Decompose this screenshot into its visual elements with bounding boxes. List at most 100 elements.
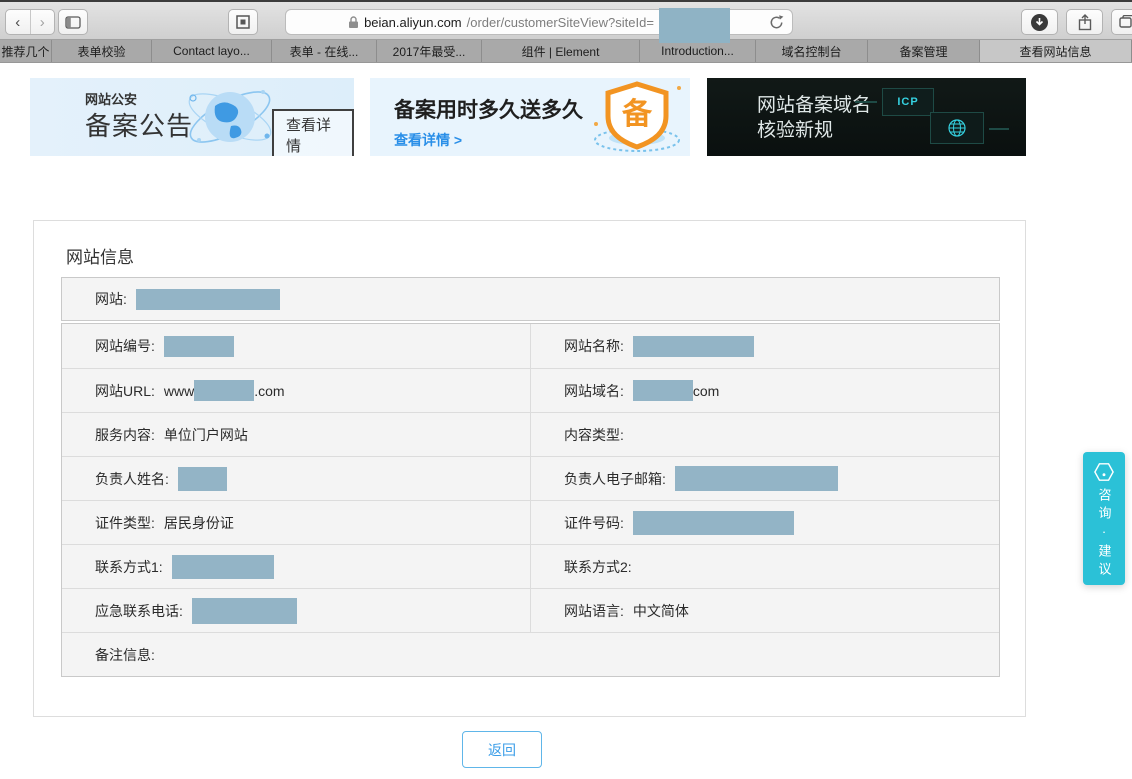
browser-window: ‹ › beian.aliyun.com/order/customerSiteV… [0, 0, 1132, 779]
tab-bar: 推荐几个 表单校验 Contact layo... 表单 - 在线... 201… [0, 40, 1132, 63]
banner-promo-link[interactable]: 查看详情 > [394, 130, 462, 150]
show-all-tabs-button[interactable] [1111, 9, 1132, 35]
cell-site-number: 网站编号: [62, 324, 530, 368]
share-button[interactable] [1066, 9, 1103, 35]
redacted-value [632, 510, 794, 535]
redacted-value [163, 335, 234, 357]
banner-icp-line2: 核验新规 [757, 120, 834, 141]
consult-feedback-widget[interactable]: 咨询·建议 [1083, 452, 1125, 585]
tab-form-check[interactable]: 表单校验 [52, 40, 152, 62]
banner-police-notice[interactable]: 网站公安 备案公告 查看详情 [30, 78, 354, 156]
cell-contact1: 联系方式1: [62, 545, 530, 588]
downloads-button[interactable] [1021, 9, 1058, 35]
tab-2017[interactable]: 2017年最受... [377, 40, 482, 62]
field-label: 负责人电子邮箱: [564, 470, 666, 487]
banner-icp-text: 网站备案域名 核验新规 [757, 93, 871, 143]
field-label: 网站URL: [95, 382, 155, 399]
cell-owner-email: 负责人电子邮箱: [530, 457, 999, 500]
banner-promo-title: 备案用时多久送多久 [394, 99, 583, 122]
field-label: 应急联系电话: [95, 602, 183, 619]
redacted-value [177, 466, 227, 491]
page-title: 网站信息 [66, 248, 134, 267]
field-label: 联系方式2: [564, 558, 632, 575]
table-body: 网站编号: 网站名称: 网站URL: www .com 网站域名: com 服务… [61, 323, 1000, 677]
tab-form-online[interactable]: 表单 - 在线... [272, 40, 377, 62]
tab-beian-manage[interactable]: 备案管理 [868, 40, 980, 62]
cell-remarks: 备注信息: [62, 633, 999, 676]
lock-icon [349, 15, 359, 28]
table-row: 应急联系电话: 网站语言: 中文简体 [62, 588, 999, 632]
url-path: /order/customerSiteView?siteId= [466, 14, 654, 30]
field-label: 备注信息: [95, 646, 155, 663]
forward-button[interactable]: › [29, 10, 55, 34]
tab-recommend[interactable]: 推荐几个 [0, 40, 52, 62]
decor-dash [855, 101, 877, 103]
sidebar-toggle-button[interactable] [58, 9, 88, 35]
tab-contact[interactable]: Contact layo... [152, 40, 272, 62]
sidebar-icon [65, 15, 81, 29]
table-row: 网站编号: 网站名称: [62, 324, 999, 368]
banner-police-detail-button[interactable]: 查看详情 [272, 109, 354, 156]
beian-shield-icon: 备 [594, 81, 681, 152]
table-row: 网站URL: www .com 网站域名: com [62, 368, 999, 412]
redacted-value [191, 597, 297, 624]
field-label: 网站语言: [564, 602, 624, 619]
icp-badge: ICP [882, 88, 934, 116]
address-bar[interactable]: beian.aliyun.com/order/customerSiteView?… [285, 8, 793, 43]
globe-icon [188, 90, 272, 143]
tab-element[interactable]: 组件 | Element [482, 40, 640, 62]
field-value: 居民身份证 [163, 514, 234, 531]
cell-contact2: 联系方式2: [530, 545, 999, 588]
cell-site-name: 网站名称: [530, 324, 999, 368]
cell-id-number: 证件号码: [530, 501, 999, 544]
field-label: 内容类型: [564, 426, 624, 443]
field-value: com [632, 380, 719, 401]
cell-site: 网站: [62, 278, 999, 320]
redacted-value [674, 466, 838, 491]
field-value: 单位门户网站 [163, 426, 248, 443]
field-value: www .com [164, 380, 285, 401]
tabs-overview-icon [1118, 15, 1132, 28]
tab-site-info-active[interactable]: 查看网站信息 [980, 40, 1132, 62]
site-info-table: 网站: 网站编号: 网站名称: 网站URL: www .com 网站域名: co… [61, 277, 1000, 677]
redacted-site-id [658, 8, 730, 43]
browser-toolbar: ‹ › beian.aliyun.com/order/customerSiteV… [0, 0, 1132, 43]
table-row: 服务内容: 单位门户网站 内容类型: [62, 412, 999, 456]
table-row-site: 网站: [61, 277, 1000, 321]
redacted-value [171, 554, 274, 579]
cell-site-url: 网站URL: www .com [62, 369, 530, 412]
field-label: 联系方式1: [95, 558, 163, 575]
download-icon [1031, 13, 1048, 31]
redacted-value [632, 380, 693, 401]
decor-dash [989, 128, 1009, 130]
field-label: 网站域名: [564, 382, 624, 399]
cell-content-type: 内容类型: [530, 413, 999, 456]
svg-text:备: 备 [622, 97, 653, 131]
refresh-button[interactable] [768, 14, 785, 36]
cell-site-language: 网站语言: 中文简体 [530, 589, 999, 632]
banner-promo[interactable]: 备案用时多久送多久 查看详情 > 备 [370, 78, 690, 156]
banner-icp-rules[interactable]: 网站备案域名 核验新规 ICP [707, 78, 1026, 156]
url-domain: beian.aliyun.com [364, 14, 462, 30]
field-label: 网站名称: [564, 338, 624, 354]
cell-id-type: 证件类型: 居民身份证 [62, 501, 530, 544]
nav-button-group: ‹ › [5, 9, 55, 35]
field-label: 证件类型: [95, 514, 155, 531]
redacted-value [135, 288, 280, 310]
field-label: 网站编号: [95, 338, 155, 354]
site-info-card: 网站信息 网站: 网站编号: 网站名称: 网站URL: www .com 网站域… [33, 220, 1026, 717]
share-icon [1078, 13, 1091, 30]
return-button[interactable]: 返回 [462, 731, 542, 768]
field-label: 证件号码: [564, 514, 624, 531]
tab-domain-console[interactable]: 域名控制台 [756, 40, 868, 62]
refresh-icon [770, 15, 784, 29]
field-label: 服务内容: [95, 426, 155, 443]
page-view-button[interactable] [228, 9, 258, 35]
tab-introduction[interactable]: Introduction... [640, 40, 756, 62]
forward-icon: › [39, 13, 45, 31]
field-value: 中文简体 [632, 602, 689, 619]
field-label: 网站: [95, 291, 127, 307]
back-button[interactable]: ‹ [6, 10, 30, 34]
table-row-remarks: 备注信息: [62, 632, 999, 676]
field-label: 负责人姓名: [95, 470, 169, 487]
